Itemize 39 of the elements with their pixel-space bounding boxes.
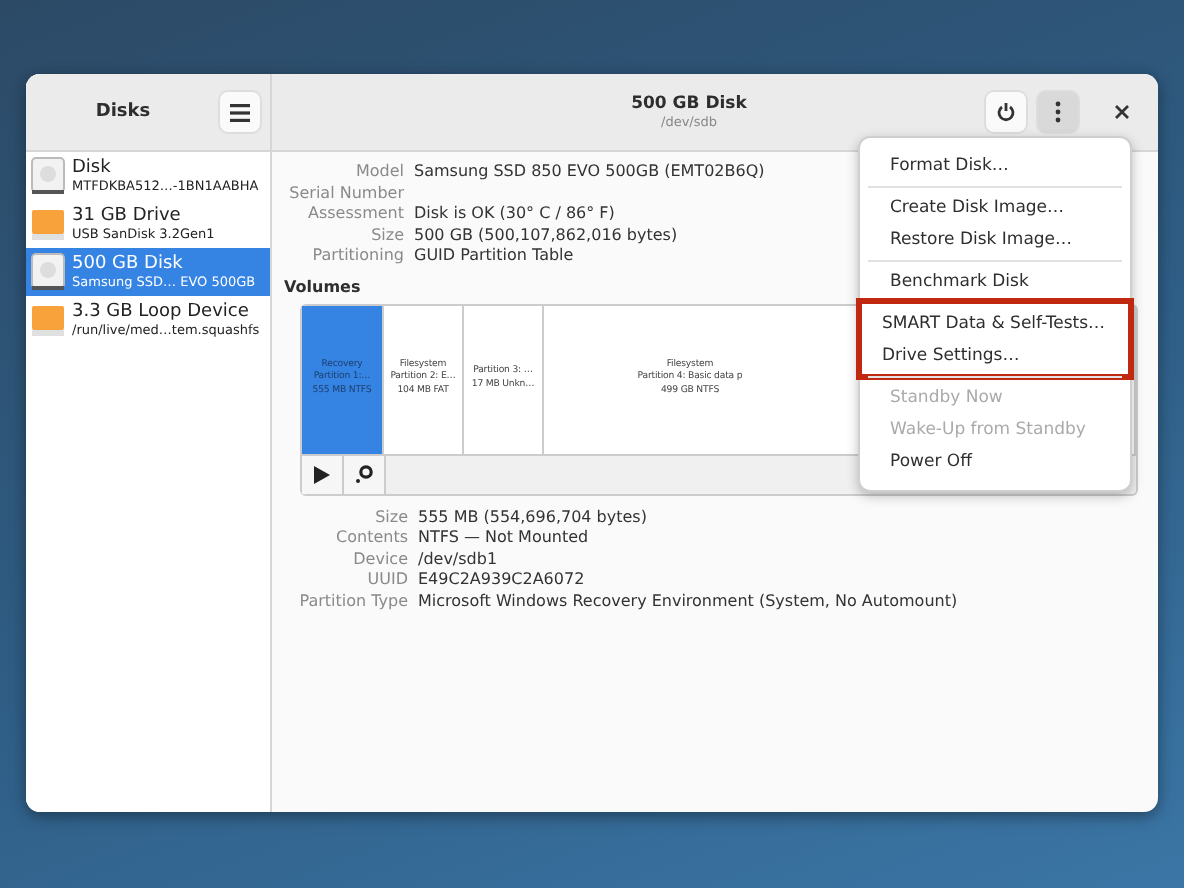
menu-button[interactable] [220,92,260,132]
menu-icon [230,103,250,121]
info-label: Partition Type [297,591,408,612]
menu-item[interactable]: SMART Data & Self-Tests… [868,308,1122,340]
more-options-button[interactable] [1038,92,1078,132]
header-title: 500 GB Disk [631,94,747,114]
info-value: Microsoft Windows Recovery Environment (System, No Automount) [418,591,958,612]
vertical-dots-icon [1054,100,1062,124]
info-value: Samsung SSD 850 EVO 500GB (EMT02B6Q) [414,162,765,183]
info-value: Disk is OK (30° C / 86° F) [414,204,615,225]
menu-item[interactable]: Format Disk… [876,150,1114,182]
info-label: Size [369,225,404,246]
settings-button[interactable] [344,455,386,493]
info-label: Device [351,549,408,570]
info-value: E49C2A939C2A6072 [418,570,585,591]
info-label: Partitioning [310,246,404,267]
power-icon [996,102,1016,122]
info-label: Serial Number [287,183,404,204]
sidebar-title: Disks [93,102,153,122]
menu-item[interactable]: Drive Settings… [868,340,1122,372]
menu-item[interactable]: Benchmark Disk [876,266,1114,298]
menu-item[interactable]: Create Disk Image… [876,192,1114,224]
play-icon [314,465,330,483]
menu-item[interactable]: Restore Disk Image… [876,224,1114,256]
settings-icon [354,464,374,484]
volumes-heading: Volumes [284,277,361,295]
info-label: UUID [365,570,408,591]
info-label: Assessment [306,204,404,225]
info-value: /dev/sdb1 [418,549,498,570]
info-label: Contents [334,528,408,549]
info-value: 500 GB (500,107,862,016 bytes) [414,225,678,246]
info-value: 555 MB (554,696,704 bytes) [418,507,647,528]
close-icon [1114,104,1130,120]
info-label: Model [353,162,404,183]
info-value: GUID Partition Table [414,246,574,267]
info-label: Size [373,507,408,528]
power-button[interactable] [986,92,1026,132]
info-value: NTFS — Not Mounted [418,528,589,549]
mount-button[interactable] [302,455,344,493]
